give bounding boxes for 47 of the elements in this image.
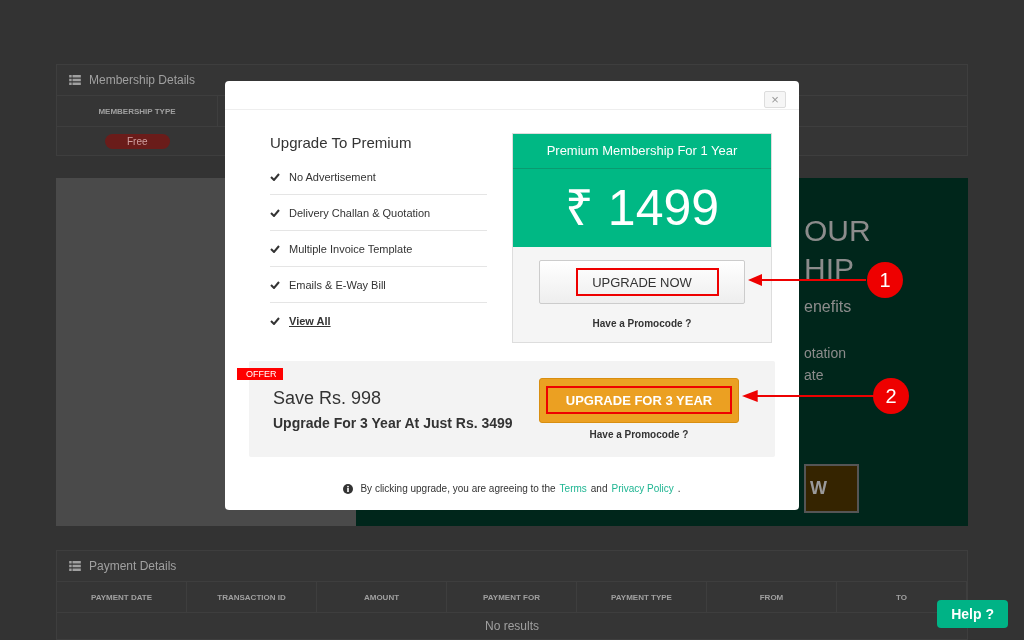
column-header: PAYMENT DATE	[90, 592, 153, 602]
close-button[interactable]: ×	[764, 91, 786, 108]
offer-tag: OFFER	[237, 368, 283, 380]
empty-message: No results	[485, 619, 539, 633]
list-icon	[69, 75, 81, 85]
banner-text: OUR	[804, 213, 871, 249]
banner-text: enefits	[804, 297, 852, 317]
help-button[interactable]: Help ?	[937, 600, 1008, 628]
promocode-link[interactable]: Have a Promocode ?	[589, 429, 689, 440]
upgrade-now-button[interactable]: UPGRADE NOW	[539, 260, 745, 304]
banner-text: HIP	[804, 250, 854, 287]
terms-link[interactable]: Terms	[559, 483, 587, 494]
check-icon	[270, 172, 280, 181]
column-header: PAYMENT FOR	[483, 592, 540, 602]
disclaimer-text: By clicking upgrade, you are agreeing to the	[360, 483, 556, 494]
check-icon	[270, 316, 280, 325]
promocode-link[interactable]: Have a Promocode ?	[592, 318, 692, 329]
feature-text: Emails & E-Way Bill	[289, 278, 386, 291]
list-icon	[69, 561, 81, 571]
column-header: TO	[896, 592, 907, 602]
membership-badge: Free	[105, 133, 170, 149]
column-header: FROM	[759, 592, 784, 602]
plan-header: Premium Membership For 1 Year	[513, 134, 771, 169]
panel-title: Payment Details	[89, 559, 177, 573]
banner-button[interactable]: W	[804, 464, 859, 513]
privacy-policy-link[interactable]: Privacy Policy	[611, 483, 674, 494]
offer-detail: Upgrade For 3 Year At Just Rs. 3499	[273, 414, 514, 431]
column-header: AMOUNT	[363, 592, 400, 602]
feature-text: No Advertisement	[289, 170, 376, 183]
disclaimer-text: .	[677, 483, 681, 494]
savings-text: Save Rs. 998	[273, 387, 383, 409]
plan-price: ₹ 1499	[513, 169, 771, 247]
feature-text: Multiple Invoice Template	[289, 242, 413, 255]
banner-text: ate	[804, 366, 824, 384]
dialog-title: Upgrade To Premium	[270, 134, 413, 151]
info-icon	[343, 483, 354, 494]
column-header: PAYMENT TYPE	[611, 592, 672, 602]
column-header: TRANSACTION ID	[217, 592, 286, 602]
panel-title: Membership Details	[89, 73, 196, 87]
column-header: MEMBERSHIP TYPE	[98, 106, 176, 116]
banner-text: otation	[804, 345, 847, 363]
check-icon	[270, 244, 280, 253]
view-all-link[interactable]: View All	[289, 314, 331, 327]
check-icon	[270, 280, 280, 289]
feature-text: Delivery Challan & Quotation	[289, 206, 431, 219]
check-icon	[270, 208, 280, 217]
disclaimer-text: and	[590, 483, 608, 494]
